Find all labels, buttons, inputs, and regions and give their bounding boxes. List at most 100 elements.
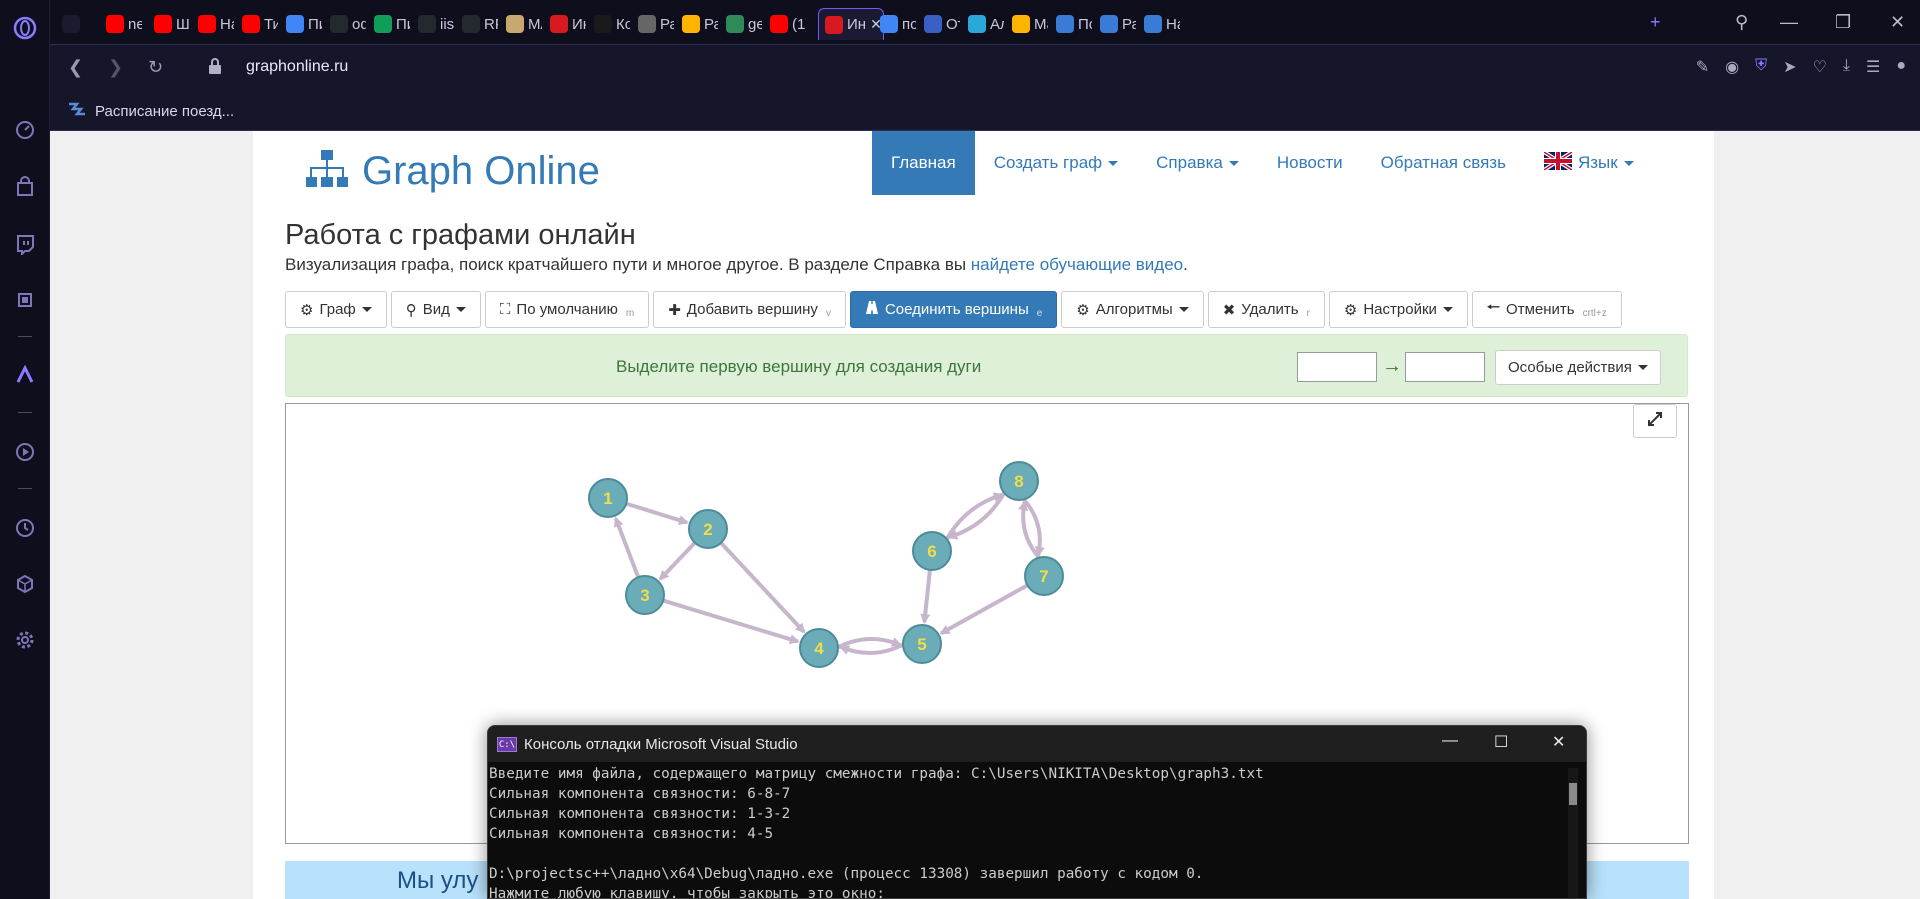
graph-edge[interactable]	[839, 642, 904, 655]
history-icon[interactable]	[13, 516, 37, 540]
browser-tab[interactable]: Hai	[1138, 8, 1180, 40]
target-vertex-input[interactable]	[1405, 352, 1485, 382]
graph-edge[interactable]	[625, 501, 689, 525]
hotkey-hint: e	[1036, 308, 1043, 319]
graph-edge[interactable]	[837, 637, 902, 650]
nav-create-graph[interactable]: Создать граф	[975, 131, 1137, 195]
console-app-icon: C:\	[497, 737, 517, 752]
restore-window-icon[interactable]: ❐	[1835, 12, 1851, 33]
download-icon[interactable]: ⤓	[1843, 57, 1850, 77]
shield-icon[interactable]: ⛨	[1755, 57, 1767, 77]
close-window-icon[interactable]: ✕	[1890, 12, 1905, 33]
camera-icon[interactable]: ◉	[1725, 57, 1739, 77]
add-vertex-button[interactable]: ✚ Добавить вершину v	[653, 291, 846, 328]
maximize-icon[interactable]: ☐	[1494, 732, 1508, 752]
browser-tab[interactable]: От	[918, 8, 960, 40]
browser-tab[interactable]: Рас	[632, 8, 674, 40]
bookmark-item[interactable]: Расписание поезд...	[67, 101, 234, 121]
nav-label: Новости	[1276, 153, 1343, 172]
extensions-cube-icon[interactable]	[13, 572, 37, 596]
graph-edge[interactable]	[920, 569, 932, 625]
tab-favicon-icon	[968, 15, 986, 33]
browser-tab[interactable]: Ша	[148, 8, 190, 40]
browser-tab[interactable]: nev	[100, 8, 142, 40]
edit-icon[interactable]: ✎	[1696, 57, 1709, 77]
browser-tab[interactable]: Ал	[962, 8, 1004, 40]
graph-edge[interactable]	[939, 583, 1029, 636]
browser-tab[interactable]: (1)	[764, 8, 806, 40]
settings-gear-icon[interactable]	[13, 628, 37, 652]
new-tab-icon[interactable]: +	[1650, 12, 1661, 33]
send-icon[interactable]: ➤	[1783, 57, 1796, 77]
graph-edge[interactable]	[947, 491, 1006, 540]
browser-tab[interactable]: Рас	[1094, 8, 1136, 40]
player-icon[interactable]	[13, 440, 37, 464]
nav-feedback[interactable]: Обратная связь	[1362, 131, 1525, 195]
browser-tab[interactable]: RPI	[456, 8, 498, 40]
twitch-icon[interactable]	[13, 232, 37, 256]
source-vertex-input[interactable]	[1297, 352, 1377, 382]
fit-icon: ⛶	[499, 301, 511, 318]
graph-edge[interactable]	[658, 541, 697, 581]
minimize-window-icon[interactable]: —	[1780, 12, 1798, 33]
tab-favicon-icon	[374, 15, 392, 33]
graph-menu-button[interactable]: ⚙ Граф	[285, 291, 387, 328]
graph-edge[interactable]	[613, 516, 641, 578]
button-label: Алгоритмы	[1095, 301, 1173, 318]
debug-console-window[interactable]: C:\ Консоль отладки Microsoft Visual Stu…	[487, 725, 1587, 899]
aria-icon[interactable]	[13, 363, 37, 387]
browser-tab[interactable]: Пи	[280, 8, 322, 40]
ai-chip-icon[interactable]	[13, 288, 37, 312]
minimize-icon[interactable]: —	[1442, 732, 1458, 750]
heart-icon[interactable]: ♡	[1813, 57, 1827, 77]
browser-tab[interactable]: iis-	[412, 8, 454, 40]
nav-home[interactable]: Главная	[872, 131, 975, 195]
nav-news[interactable]: Новости	[1258, 131, 1362, 195]
connect-vertices-button[interactable]: Соединить вершины e	[849, 291, 1058, 328]
tab-label: Ко	[616, 15, 630, 33]
back-icon[interactable]: ❮	[68, 57, 83, 78]
scrollbar-thumb[interactable]	[1569, 783, 1577, 805]
algorithms-menu-button[interactable]: ⚙ Алгоритмы	[1061, 291, 1204, 328]
settings-menu-button[interactable]: ⚙ Настройки	[1328, 291, 1468, 328]
browser-tab[interactable]: Ра	[676, 8, 718, 40]
console-scrollbar[interactable]	[1568, 768, 1578, 898]
opera-logo-icon[interactable]	[13, 16, 37, 40]
special-actions-button[interactable]: Особые действия	[1495, 350, 1661, 385]
browser-tab[interactable]: Пи	[368, 8, 410, 40]
view-menu-button[interactable]: ⚲ Вид	[390, 291, 481, 328]
browser-tab[interactable]	[56, 8, 98, 40]
video-link[interactable]: найдете обучающие видео	[971, 255, 1183, 274]
graph-edge[interactable]	[945, 492, 1004, 541]
graph-edge[interactable]	[719, 541, 806, 634]
browser-tab[interactable]: MA	[500, 8, 542, 40]
delete-button[interactable]: ✖ Удалить r	[1207, 291, 1325, 328]
browser-tab[interactable]: Ин	[544, 8, 586, 40]
forward-icon[interactable]: ❯	[108, 57, 123, 78]
easy-setup-icon[interactable]: ☰	[1866, 57, 1880, 77]
console-line: Сильная компонента связности: 1-3-2	[489, 806, 791, 822]
browser-tab[interactable]: Ко	[588, 8, 630, 40]
nav-language[interactable]: Язык	[1525, 131, 1653, 195]
close-icon[interactable]: ✕	[1552, 732, 1565, 752]
browser-tab[interactable]: Ма	[1006, 8, 1048, 40]
browser-tab[interactable]: по	[874, 8, 916, 40]
nav-help[interactable]: Справка	[1137, 131, 1258, 195]
default-view-button[interactable]: ⛶ По умолчанию m	[484, 291, 650, 328]
shopping-bag-icon[interactable]	[13, 175, 37, 199]
search-tabs-icon[interactable]: ⚲	[1735, 12, 1748, 33]
console-title-bar[interactable]: C:\ Консоль отладки Microsoft Visual Stu…	[488, 726, 1586, 762]
browser-tab[interactable]: Ha	[192, 8, 234, 40]
speedometer-icon[interactable]	[13, 118, 37, 142]
undo-button[interactable]: 🠐 Отменить crtl+z	[1471, 291, 1622, 328]
profile-icon[interactable]: ●	[1896, 57, 1906, 77]
browser-tab[interactable]: Тил	[236, 8, 278, 40]
reload-icon[interactable]: ↻	[148, 57, 163, 78]
url-text[interactable]: graphonline.ru	[246, 58, 348, 76]
brand[interactable]: Graph Online	[306, 149, 600, 194]
browser-tab[interactable]: get	[720, 8, 762, 40]
browser-tab[interactable]: По	[1050, 8, 1092, 40]
fullscreen-button[interactable]	[1633, 404, 1677, 438]
vertex-label: 8	[1014, 472, 1023, 491]
browser-tab[interactable]: odi	[324, 8, 366, 40]
